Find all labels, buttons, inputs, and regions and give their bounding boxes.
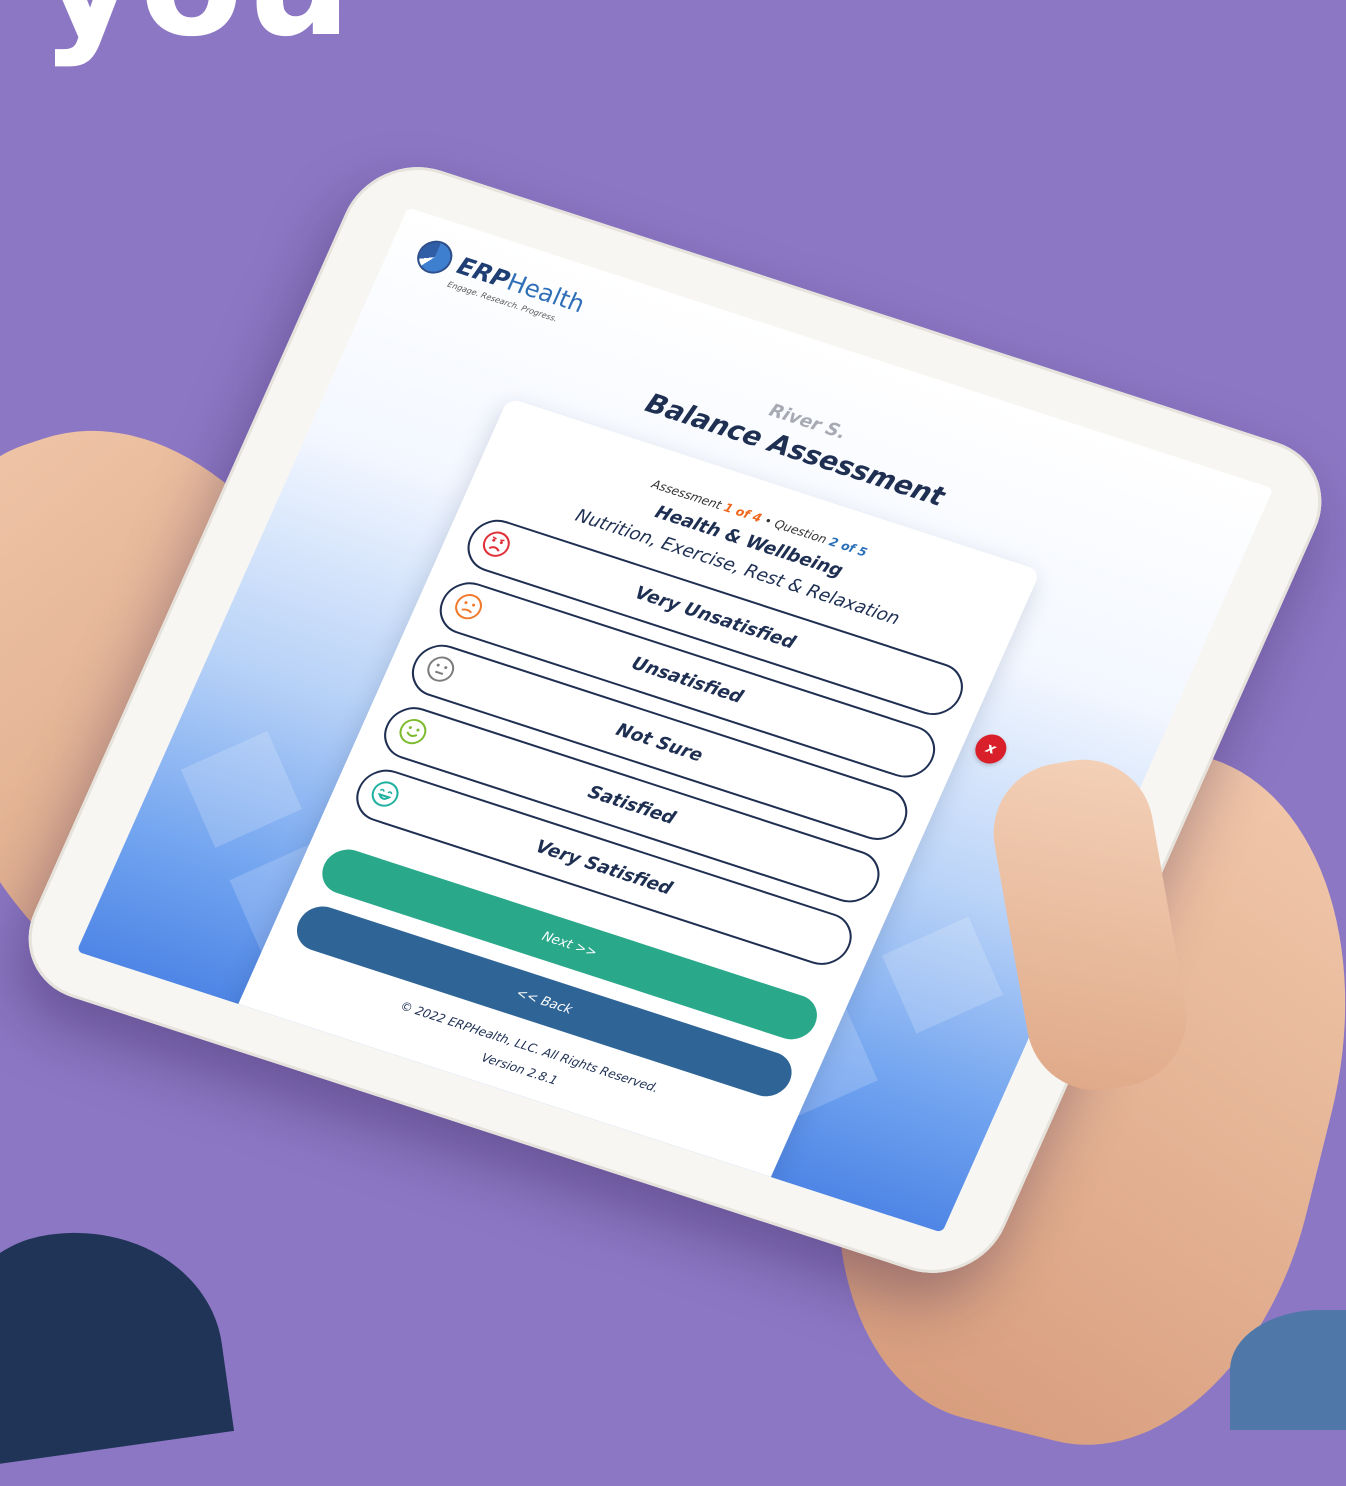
assessment-count: 1 of 4 xyxy=(721,500,764,526)
question-count: 2 of 5 xyxy=(826,534,870,560)
option-label: Very Satisfied xyxy=(532,835,676,899)
very-unsatisfied-face-icon xyxy=(478,528,515,561)
very-satisfied-face-icon xyxy=(367,778,403,811)
neutral-face-icon xyxy=(423,653,459,686)
left-sleeve xyxy=(0,1212,235,1468)
logo-mark-icon xyxy=(411,236,458,278)
unsatisfied-face-icon xyxy=(450,590,487,623)
satisfied-face-icon xyxy=(395,715,431,748)
close-button[interactable]: x xyxy=(970,730,1012,768)
background-pattern xyxy=(180,730,302,848)
background-pattern xyxy=(881,916,1003,1034)
option-label: Not Sure xyxy=(612,718,707,766)
option-label: Satisfied xyxy=(584,781,679,829)
option-label: Unsatisfied xyxy=(628,652,747,708)
headline-text: you xyxy=(40,0,354,58)
